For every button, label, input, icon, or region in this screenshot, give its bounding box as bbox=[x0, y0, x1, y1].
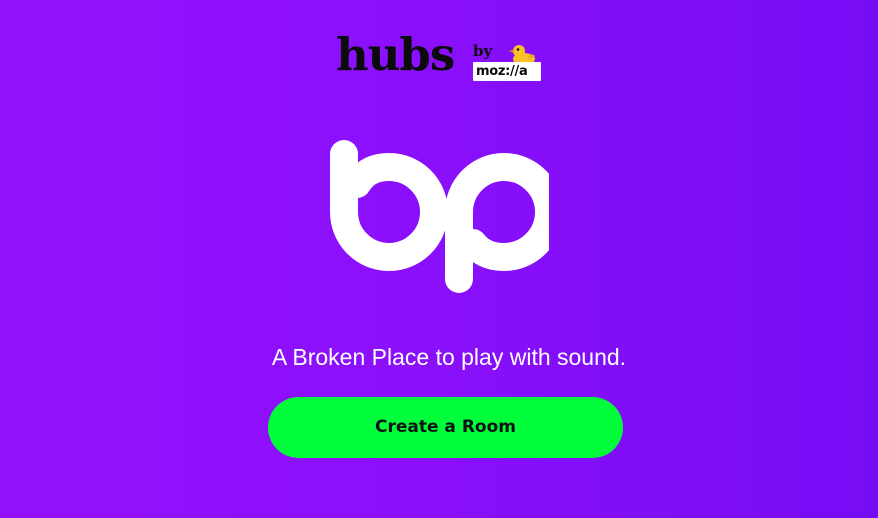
tagline: A Broken Place to play with sound. bbox=[271, 344, 627, 370]
hubs-wordmark: hubs bbox=[336, 28, 455, 81]
bp-logo-icon bbox=[330, 140, 549, 293]
mozilla-wordmark: moz://a bbox=[476, 64, 528, 79]
by-label: by bbox=[473, 42, 493, 60]
create-room-button[interactable]: Create a Room bbox=[268, 397, 623, 458]
hubs-by-mozilla-logo: hubs by moz://a bbox=[336, 32, 544, 84]
mozilla-badge: moz://a bbox=[473, 62, 541, 81]
